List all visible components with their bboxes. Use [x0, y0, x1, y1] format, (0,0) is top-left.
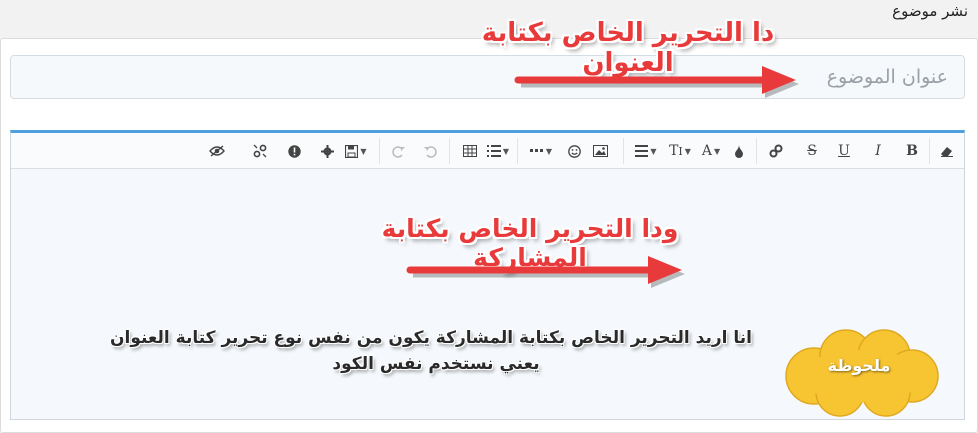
toolbar-separator	[756, 138, 757, 164]
editor-toolbar: B I U S A ▼ T I ▼ ▼ ▼ ▼ ▼	[11, 133, 964, 169]
table-icon[interactable]	[459, 142, 481, 160]
title-annotation-arrow	[514, 66, 799, 98]
image-icon[interactable]	[589, 142, 611, 160]
smiley-icon[interactable]	[563, 142, 585, 160]
toolbar-separator	[623, 138, 624, 164]
italic-icon[interactable]: I	[867, 142, 889, 160]
preview-icon[interactable]	[205, 142, 229, 160]
page-heading: نشر موضوع	[892, 2, 968, 20]
request-note-line-1: انا اريد التحرير الخاص بكتابة المشاركة ي…	[109, 328, 752, 348]
bold-icon[interactable]: B	[901, 142, 923, 160]
list-icon[interactable]: ▼	[483, 142, 513, 160]
toolbar-separator	[379, 138, 380, 164]
gear-icon[interactable]	[317, 142, 337, 160]
link-icon[interactable]	[765, 142, 787, 160]
align-icon[interactable]: ▼	[631, 142, 661, 160]
underline-icon[interactable]: U	[833, 142, 855, 160]
toolbar-separator	[517, 138, 518, 164]
font-size-icon[interactable]: T I ▼	[665, 142, 695, 160]
more-icon[interactable]: ▼	[525, 142, 557, 160]
unlink-icon[interactable]	[249, 142, 271, 160]
note-cloud-label: ملحوظة	[827, 356, 891, 375]
toolbar-separator	[929, 138, 930, 164]
strikethrough-icon[interactable]: S	[801, 142, 823, 160]
redo-icon[interactable]	[387, 142, 409, 160]
undo-icon[interactable]	[419, 142, 441, 160]
text-color-icon[interactable]	[729, 142, 749, 160]
request-note-line-2: يعني نستخدم نفس الكود	[332, 354, 540, 374]
body-annotation-arrow	[406, 256, 685, 288]
alert-icon[interactable]	[283, 142, 305, 160]
eraser-icon[interactable]	[936, 142, 958, 160]
font-family-icon[interactable]: A ▼	[697, 142, 725, 160]
toolbar-separator	[449, 138, 450, 164]
save-icon[interactable]: ▼	[341, 142, 371, 160]
